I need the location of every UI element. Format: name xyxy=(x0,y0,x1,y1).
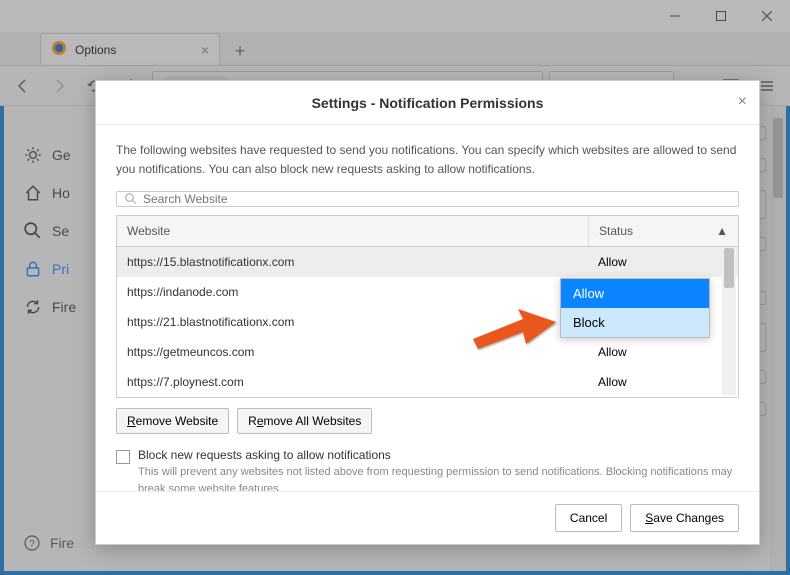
permissions-table: Website Status▲ https://15.blastnotifica… xyxy=(116,215,739,398)
column-status[interactable]: Status▲ xyxy=(588,216,738,246)
remove-all-websites-button[interactable]: Remove All Websites xyxy=(237,408,372,434)
save-changes-button[interactable]: Save Changes xyxy=(630,504,739,532)
dropdown-option-block[interactable]: Block xyxy=(561,308,709,337)
block-new-requests-hint: This will prevent any websites not liste… xyxy=(138,464,739,491)
sort-arrow-icon: ▲ xyxy=(716,224,728,238)
block-new-requests-checkbox[interactable] xyxy=(116,450,130,464)
dialog-header: Settings - Notification Permissions × xyxy=(96,81,759,125)
notification-permissions-dialog: Settings - Notification Permissions × Th… xyxy=(95,80,760,545)
status-select[interactable]: Allow▾ xyxy=(588,255,738,269)
dropdown-option-allow[interactable]: Allow xyxy=(561,279,709,308)
search-website-input[interactable] xyxy=(116,191,739,207)
column-website[interactable]: Website xyxy=(117,216,588,246)
search-website-field[interactable] xyxy=(143,192,730,206)
site-url: https://15.blastnotificationx.com xyxy=(117,255,588,269)
table-row[interactable]: https://getmeuncos.com Allow▾ xyxy=(117,337,738,367)
site-url: https://indanode.com xyxy=(117,285,588,299)
cancel-button[interactable]: Cancel xyxy=(555,504,622,532)
status-dropdown: Allow Block xyxy=(560,278,710,338)
table-row[interactable]: https://15.blastnotificationx.com Allow▾ xyxy=(117,247,738,277)
remove-website-button[interactable]: Remove Website xyxy=(116,408,229,434)
table-row[interactable]: https://7.ploynest.com Allow▾ xyxy=(117,367,738,397)
site-url: https://7.ploynest.com xyxy=(117,375,588,389)
status-select[interactable]: Allow▾ xyxy=(588,375,738,389)
block-new-requests-label: Block new requests asking to allow notif… xyxy=(138,448,739,462)
dialog-title: Settings - Notification Permissions xyxy=(312,95,544,111)
status-select[interactable]: Allow▾ xyxy=(588,345,738,359)
site-url: https://21.blastnotificationx.com xyxy=(117,315,588,329)
dialog-close-button[interactable]: × xyxy=(738,93,747,111)
dialog-description: The following websites have requested to… xyxy=(116,141,739,179)
site-url: https://getmeuncos.com xyxy=(117,345,588,359)
table-scrollbar[interactable] xyxy=(722,248,736,395)
search-icon xyxy=(125,193,137,205)
